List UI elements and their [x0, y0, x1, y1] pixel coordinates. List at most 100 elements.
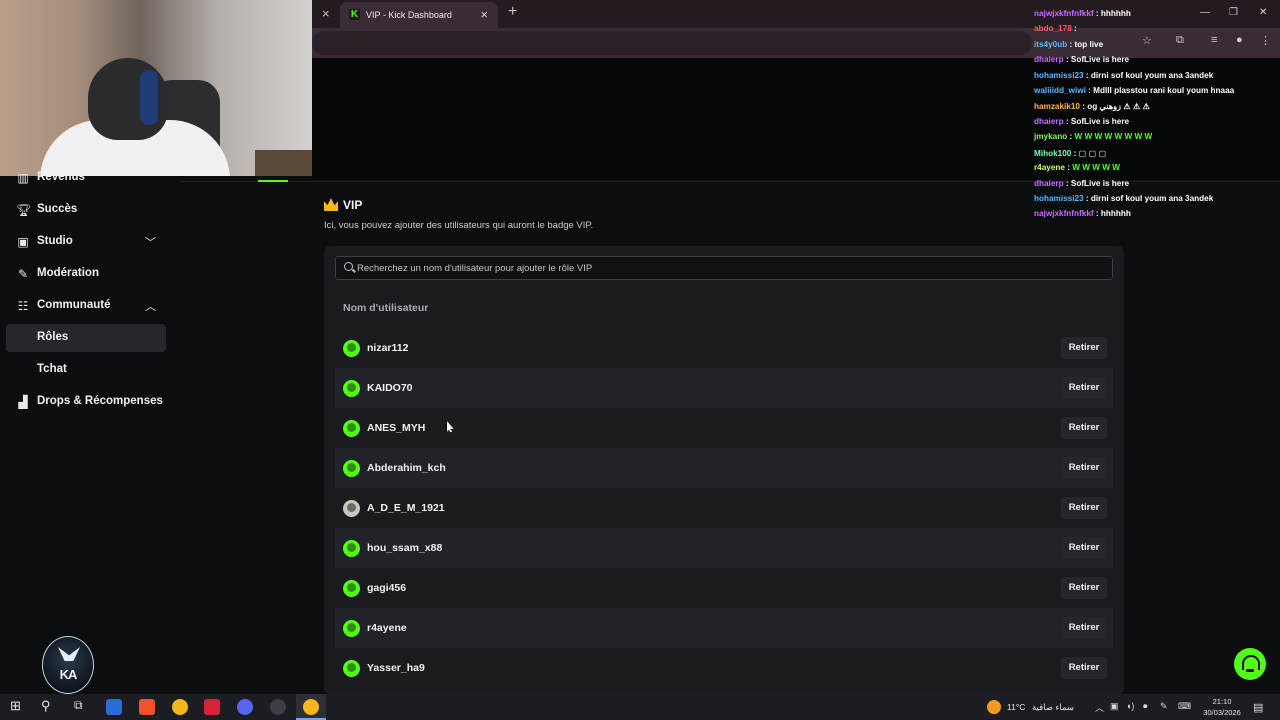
avatar	[343, 500, 360, 517]
webcam-desk	[255, 150, 312, 176]
remove-button[interactable]: Retirer	[1061, 537, 1107, 559]
sidebar-item-label: Drops & Récompenses	[37, 395, 163, 407]
remove-button[interactable]: Retirer	[1061, 497, 1107, 519]
remove-button[interactable]: Retirer	[1061, 457, 1107, 479]
url-field[interactable]	[312, 31, 1032, 55]
sidebar-item-revenue[interactable]: ▥ Revenus	[6, 164, 166, 192]
browser-tab[interactable]: K VIP - Kick Dashboard ×	[340, 2, 498, 28]
webcam-overlay	[0, 0, 312, 176]
sidebar-item-chat[interactable]: Tchat	[6, 356, 166, 384]
chat-message: Mihok100 : ▢ ▢ ▢	[1034, 149, 1107, 158]
remove-button[interactable]: Retirer	[1061, 377, 1107, 399]
brave-icon[interactable]	[139, 699, 155, 715]
weather-condition: سماء صافية	[1032, 702, 1074, 712]
network-icon[interactable]: ▣	[1110, 701, 1119, 712]
table-row: Abderahim_kch Retirer	[335, 448, 1113, 488]
username[interactable]: ANES_MYH	[367, 422, 425, 434]
chat-message: dhaierp : SofLive is here	[1034, 55, 1130, 64]
sidebar-item-label: Communauté	[37, 299, 111, 311]
username[interactable]: r4ayene	[367, 622, 407, 634]
stream-chat-overlay: najwjxkfnfnfkkf : hhhhhh abdo_178 : its4…	[1032, 0, 1280, 230]
avatar	[343, 660, 360, 677]
keyboard-icon[interactable]: ⌨	[1178, 701, 1191, 712]
username[interactable]: Yasser_ha9	[367, 662, 425, 674]
wps-icon[interactable]	[204, 699, 220, 715]
crown-icon	[324, 198, 338, 211]
username[interactable]: A_D_E_M_1921	[367, 502, 445, 514]
chrome-active-icon	[303, 699, 319, 715]
chat-message: hohamissi23 : dirni sof koul youm ana 3a…	[1034, 71, 1214, 80]
support-headset-button[interactable]	[1234, 648, 1266, 680]
remove-button[interactable]: Retirer	[1061, 337, 1107, 359]
windows-taskbar: ⊞ ⚲ ⧉ 11°C سماء صافية ︿ ▣ ◖) ⏺ ✎ ⌨ 21:10…	[0, 694, 1280, 720]
microphone-icon[interactable]: ⏺	[1143, 701, 1148, 712]
sidebar-item-community[interactable]: ☷ Communauté ︿	[6, 292, 166, 320]
task-view-icon[interactable]: ⧉	[74, 698, 83, 713]
table-row: gagi456 Retirer	[335, 568, 1113, 608]
active-nav-indicator	[258, 180, 288, 182]
sidebar-item-label: Succès	[37, 203, 78, 215]
pen-icon[interactable]: ✎	[1160, 701, 1168, 712]
sidebar-item-achievements[interactable]: 🏆︎ Succès	[6, 196, 166, 224]
chevron-down-icon: ﹀	[145, 237, 156, 249]
chat-message: najwjxkfnfnfkkf : hhhhhh	[1034, 209, 1131, 218]
username[interactable]: gagi456	[367, 582, 406, 594]
windows-start-icon[interactable]: ⊞	[10, 698, 21, 714]
remove-button[interactable]: Retirer	[1061, 657, 1107, 679]
avatar	[343, 340, 360, 357]
studio-icon: ▣	[17, 235, 29, 249]
sidebar-item-roles[interactable]: Rôles	[6, 324, 166, 352]
chat-message: najwjxkfnfnfkkf : hhhhhh	[1034, 9, 1131, 18]
sidebar-item-drops[interactable]: ▟ Drops & Récompenses	[6, 388, 166, 416]
chevron-up-icon[interactable]: ︿	[1095, 701, 1104, 714]
notifications-icon[interactable]: ▤	[1253, 701, 1263, 714]
wrench-icon: ✎	[17, 267, 29, 281]
sidebar-item-moderation[interactable]: ✎ Modération	[6, 260, 166, 288]
chat-message: dhaierp : SofLive is here	[1034, 117, 1130, 126]
obs-icon[interactable]	[270, 699, 286, 715]
sidebar-item-label: Revenus	[37, 171, 85, 183]
table-row: r4ayene Retirer	[335, 608, 1113, 648]
username[interactable]: hou_ssam_x88	[367, 542, 442, 554]
tab-title: VIP - Kick Dashboard	[366, 10, 452, 20]
chat-message: dhaierp : SofLive is here	[1034, 179, 1130, 188]
trophy-icon: 🏆︎	[16, 203, 32, 217]
remove-button[interactable]: Retirer	[1061, 417, 1107, 439]
clock-date[interactable]: 30/03/2026	[1200, 708, 1244, 717]
close-tab-icon[interactable]: ×	[322, 6, 330, 21]
chat-message: jmykano : W W W W W W W W	[1034, 132, 1153, 141]
avatar	[343, 380, 360, 397]
username[interactable]: KAIDO70	[367, 382, 413, 394]
sidebar-item-studio[interactable]: ▣ Studio ﹀	[6, 228, 166, 256]
chat-message: abdo_178 :	[1034, 24, 1077, 33]
username[interactable]: Abderahim_kch	[367, 462, 446, 474]
table-row: A_D_E_M_1921 Retirer	[335, 488, 1113, 528]
username[interactable]: nizar112	[367, 342, 408, 354]
search-icon[interactable]: ⚲	[41, 698, 51, 714]
avatar	[343, 540, 360, 557]
sidebar-item-label: Studio	[37, 235, 73, 247]
kick-favicon-icon: K	[349, 9, 360, 20]
remove-button[interactable]: Retirer	[1061, 617, 1107, 639]
weather-temperature: 11°C	[1007, 702, 1026, 712]
page-description: Ici, vous pouvez ajouter des utilisateur…	[324, 220, 594, 231]
table-row: KAIDO70 Retirer	[335, 368, 1113, 408]
column-header-username: Nom d'utilisateur	[343, 302, 429, 314]
store-icon[interactable]	[106, 699, 122, 715]
new-tab-icon[interactable]: +	[508, 3, 517, 21]
table-row: hou_ssam_x88 Retirer	[335, 528, 1113, 568]
chrome-icon[interactable]	[172, 699, 188, 715]
webcam-headset	[140, 70, 158, 125]
weather-icon[interactable]	[987, 700, 1001, 714]
search-input[interactable]	[357, 257, 1097, 279]
discord-icon[interactable]	[237, 699, 253, 715]
logo-monogram: KA	[59, 667, 78, 682]
chat-message: its4y0ub : top live	[1034, 40, 1104, 49]
channel-logo: KA	[42, 636, 94, 694]
active-taskbar-app[interactable]	[296, 694, 326, 720]
remove-button[interactable]: Retirer	[1061, 577, 1107, 599]
clock-time[interactable]: 21:10	[1202, 697, 1242, 706]
volume-icon[interactable]: ◖)	[1126, 701, 1134, 711]
chat-message: hohamissi23 : dirni sof koul youm ana 3a…	[1034, 194, 1214, 203]
tab-close-icon[interactable]: ×	[480, 7, 488, 22]
